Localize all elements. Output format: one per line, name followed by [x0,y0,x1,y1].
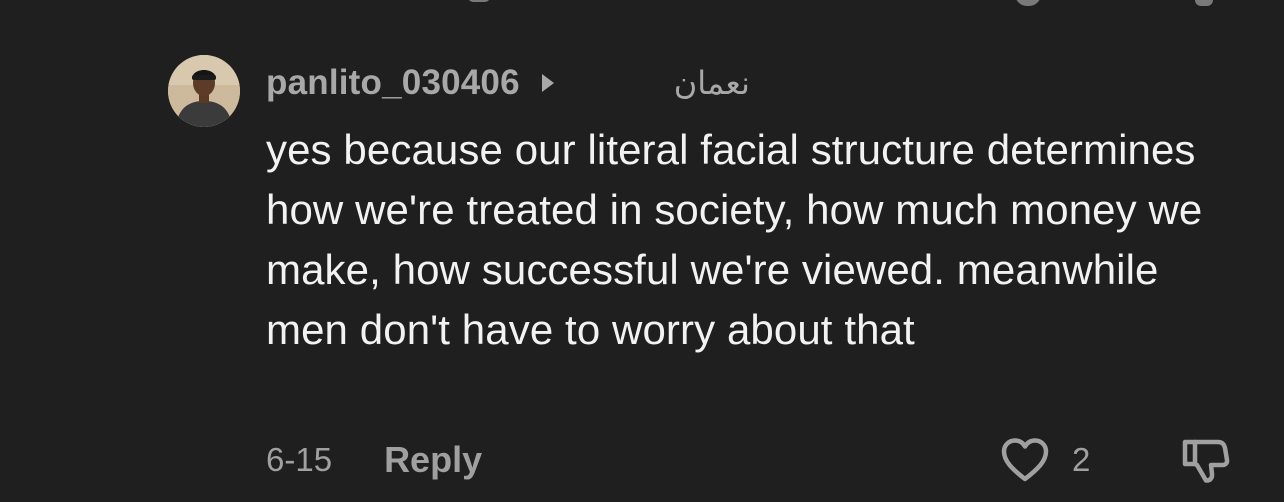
comment-header: panlito_030406 نعمان [266,58,750,108]
comment-actions: 6-15 Reply 2 [266,434,1246,486]
avatar-image [168,55,240,127]
caret-right-icon[interactable] [541,74,554,92]
like-button[interactable]: 2 [1000,434,1090,486]
comment-text: yes because our literal facial structure… [266,126,1203,353]
translation-label: نعمان [673,64,750,102]
username[interactable]: panlito_030406 [266,63,520,103]
like-count: 2 [1072,441,1091,478]
thumbs-down-outline-icon [1182,439,1230,483]
comment-item: panlito_030406 نعمان yes because our lit… [0,0,1284,502]
heart-outline-icon [1001,438,1049,482]
dislike-button[interactable] [1180,436,1230,489]
user-avatar[interactable] [168,55,240,127]
reply-button[interactable]: Reply [384,439,482,481]
comment-date: 6-15 [266,441,333,478]
